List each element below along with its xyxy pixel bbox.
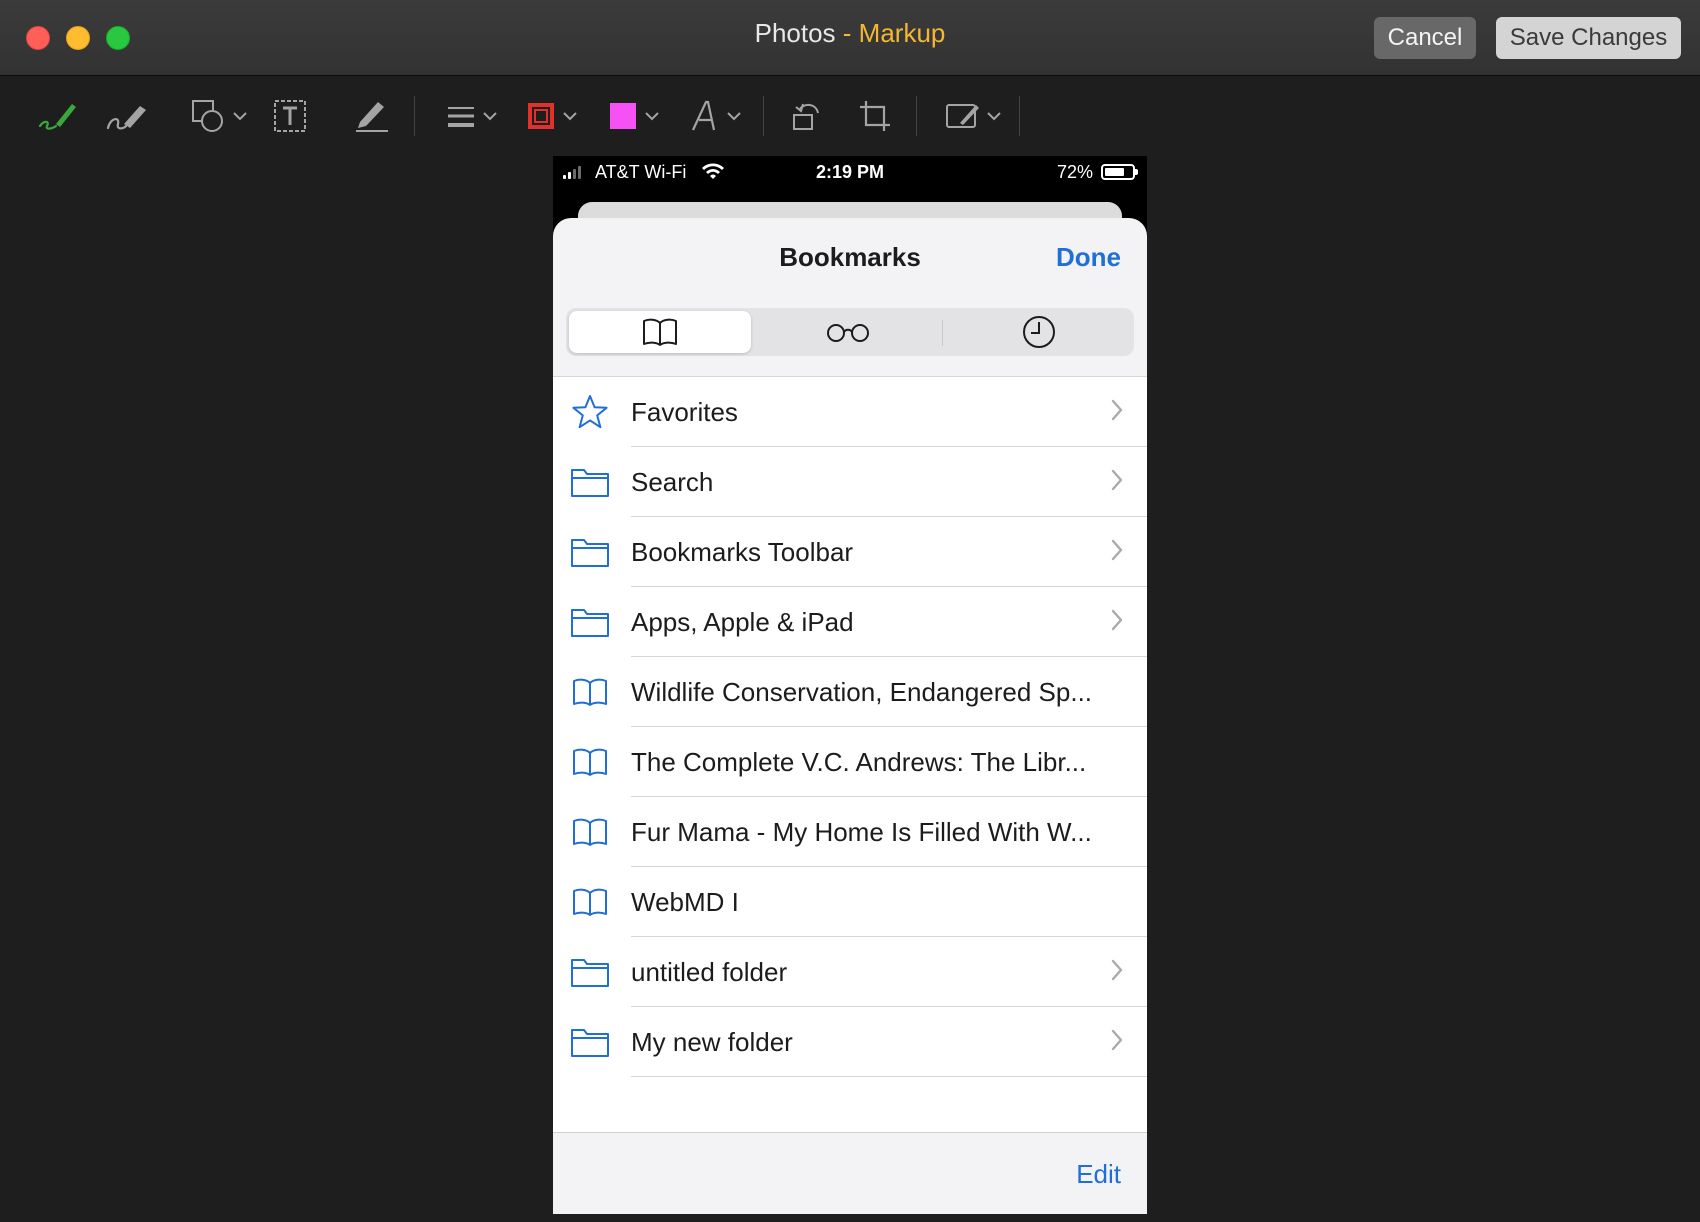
crop-icon (860, 101, 890, 131)
tab-history[interactable] (946, 311, 1131, 353)
segment-divider (942, 320, 943, 346)
done-button[interactable]: Done (1056, 242, 1121, 273)
toolbar-divider (916, 96, 917, 136)
window-title-app: Photos (754, 18, 836, 48)
bookmarks-icon (643, 318, 677, 346)
chevron-right-icon (1111, 469, 1123, 496)
sign-tool-button[interactable] (352, 94, 392, 138)
bookmark-row[interactable]: Bookmarks Toolbar (553, 517, 1147, 587)
reading-list-icon (826, 324, 869, 342)
sketch-icon (38, 104, 76, 130)
signature-icon (356, 102, 388, 132)
bookmark-row[interactable]: WebMD I (553, 867, 1147, 937)
border-color-tool-button[interactable] (526, 94, 578, 138)
chevron-right-icon (1111, 959, 1123, 986)
bookmark-row[interactable]: Favorites (553, 377, 1147, 447)
row-separator (631, 1076, 1147, 1077)
bookmark-label: My new folder (631, 1027, 793, 1057)
draw-icon (106, 106, 146, 130)
folder-icon (570, 1023, 610, 1061)
folder-icon (570, 953, 610, 991)
bookmark-label: The Complete V.C. Andrews: The Libr... (631, 747, 1087, 777)
chevron-right-icon (1111, 609, 1123, 636)
chevron-down-icon (483, 112, 497, 121)
bottom-toolbar: Edit (553, 1132, 1147, 1214)
title-bar: Photos - Markup Cancel Save Changes (0, 0, 1700, 76)
bookmark-row[interactable]: Wildlife Conservation, Endangered Sp... (553, 657, 1147, 727)
history-icon (1022, 316, 1055, 348)
draw-tool-button[interactable] (104, 94, 150, 138)
markup-window: Photos - Markup Cancel Save Changes AT&T… (0, 0, 1700, 1222)
bookmark-label: Favorites (631, 397, 738, 427)
text-tool-button[interactable] (272, 94, 308, 138)
folder-icon (570, 533, 610, 571)
book-icon (570, 883, 610, 921)
chevron-down-icon (987, 112, 1001, 121)
shapes-tool-button[interactable] (190, 94, 248, 138)
bookmark-row[interactable]: Search (553, 447, 1147, 517)
fill-color-icon (610, 103, 636, 129)
chevron-down-icon (727, 112, 741, 121)
text-style-tool-button[interactable] (690, 94, 742, 138)
chevron-down-icon (563, 112, 577, 121)
bookmark-label: Apps, Apple & iPad (631, 607, 854, 637)
chevron-right-icon (1111, 399, 1123, 426)
text-style-icon (692, 100, 716, 131)
bookmark-label: Bookmarks Toolbar (631, 537, 854, 567)
edit-button[interactable]: Edit (1076, 1159, 1121, 1190)
bookmark-label: Wildlife Conservation, Endangered Sp... (631, 677, 1093, 707)
bookmark-label: Search (631, 467, 714, 497)
tab-bookmarks[interactable] (569, 311, 751, 353)
bookmarks-sheet: Bookmarks Done Favorites Search Bookmark… (553, 218, 1147, 1214)
folder-icon (570, 603, 610, 641)
bookmark-row[interactable]: untitled folder (553, 937, 1147, 1007)
annotate-tool-button[interactable] (944, 94, 1002, 138)
phone-screenshot: AT&T Wi-Fi 2:19 PM 72% Bookmarks Done Fa… (553, 156, 1147, 1214)
bookmark-label: WebMD I (631, 887, 739, 917)
shapes-icon (192, 100, 223, 132)
cancel-button[interactable]: Cancel (1374, 17, 1476, 59)
book-icon (570, 673, 610, 711)
bookmark-row[interactable]: My new folder (553, 1007, 1147, 1077)
battery-percent: 72% (1057, 162, 1094, 182)
crop-tool-button[interactable] (858, 94, 892, 138)
tab-reading-list[interactable] (755, 311, 940, 353)
line-style-icon (448, 107, 474, 127)
battery-fill (1105, 168, 1124, 176)
bookmarks-segmented-control (566, 308, 1134, 356)
bookmark-row[interactable]: Apps, Apple & iPad (553, 587, 1147, 657)
toolbar-divider (1019, 96, 1020, 136)
bookmark-label: Fur Mama - My Home Is Filled With W... (631, 817, 1092, 847)
markup-toolbar (0, 76, 1700, 156)
sketch-tool-button[interactable] (36, 94, 80, 138)
list-empty-space (553, 1077, 1147, 1135)
book-icon (570, 743, 610, 781)
fill-color-tool-button[interactable] (608, 94, 660, 138)
window-title-separator: - (835, 18, 859, 48)
rotate-tool-button[interactable] (790, 94, 824, 138)
toolbar-divider (414, 96, 415, 136)
text-box-icon (274, 100, 306, 132)
book-icon (570, 813, 610, 851)
chevron-down-icon (645, 112, 659, 121)
bookmark-list: Favorites Search Bookmarks Toolbar Apps, Ap… (553, 376, 1147, 1135)
bookmark-label: untitled folder (631, 957, 788, 987)
border-color-icon (528, 103, 554, 129)
battery-icon (1101, 164, 1138, 180)
shape-style-tool-button[interactable] (446, 94, 498, 138)
chevron-right-icon (1111, 1029, 1123, 1056)
rotate-left-icon (793, 103, 819, 130)
bookmark-row[interactable]: Fur Mama - My Home Is Filled With W... (553, 797, 1147, 867)
annotate-icon (946, 104, 979, 128)
toolbar-divider (763, 96, 764, 136)
bookmark-row[interactable]: The Complete V.C. Andrews: The Libr... (553, 727, 1147, 797)
window-title-mode: Markup (858, 18, 946, 48)
chevron-right-icon (1111, 539, 1123, 566)
save-changes-button[interactable]: Save Changes (1496, 17, 1681, 59)
chevron-down-icon (233, 112, 247, 121)
star-icon (570, 393, 610, 431)
folder-icon (570, 463, 610, 501)
status-bar: AT&T Wi-Fi 2:19 PM 72% (553, 156, 1147, 190)
